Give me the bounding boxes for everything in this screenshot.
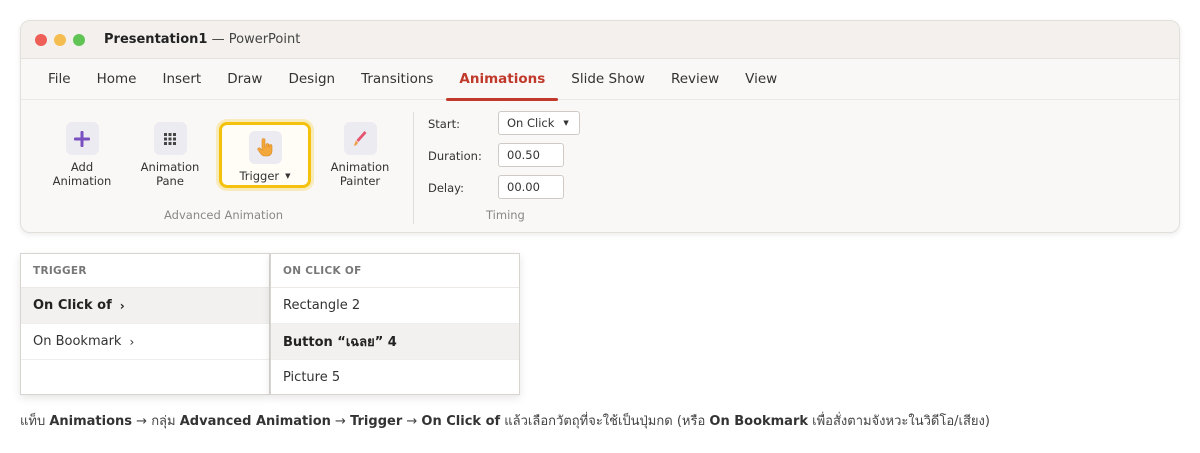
submenu-item-picture-5[interactable]: Picture 5 [271,360,519,396]
menu-item-label: On Bookmark [33,334,122,349]
caption-bold: Trigger [350,414,403,429]
tab-slide-show[interactable]: Slide Show [558,59,658,100]
caption-text: แท็บ [20,414,50,429]
caption-text: → [330,414,351,429]
tab-file[interactable]: File [35,59,84,100]
minimize-window-button[interactable] [54,33,66,46]
duration-field[interactable]: 00.50 [498,143,564,167]
caption-bold: On Bookmark [709,414,809,429]
advanced-animation-group-label: Advanced Animation [164,208,284,222]
tab-view[interactable]: View [732,59,790,100]
tab-transitions[interactable]: Transitions [348,59,446,100]
plus-icon [65,122,99,155]
caret-down-icon: ▼ [563,119,569,127]
tab-insert[interactable]: Insert [149,59,214,100]
caption-text: เพื่อสั่งตามจังหวะในวิดีโอ/เสียง) [808,414,990,429]
tab-animations[interactable]: Animations [446,59,559,101]
add-animation-label-2: Animation [52,174,112,188]
submenu-item-rectangle-2[interactable]: Rectangle 2 [271,288,519,324]
paintbrush-icon [343,122,377,155]
caption-text: → [402,414,422,429]
trigger-label: Trigger [239,169,280,183]
hand-pointer-icon [248,131,282,164]
caption-bold: On Click of [421,414,501,429]
tab-review[interactable]: Review [658,59,732,100]
duration-value: 00.50 [507,148,540,162]
title-bar: Presentation1 — PowerPoint [21,21,1179,59]
caption-text: → กลุ่ม [132,414,180,429]
animation-pane-label-1: Animation [140,160,200,174]
menu-item-on-bookmark[interactable]: On Bookmark › [21,324,269,360]
ribbon-tabs: File Home Insert Draw Design Transitions… [21,59,1179,101]
powerpoint-window: Presentation1 — PowerPoint File Home Ins… [20,20,1180,233]
menu-item-on-click-of[interactable]: On Click of › [21,288,269,324]
chevron-right-icon: › [119,298,125,313]
trigger-menu: TRIGGER On Click of › On Bookmark › [20,253,270,395]
animation-painter-label-2: Painter [339,174,381,188]
window-title: Presentation1 — PowerPoint [104,32,300,47]
start-select[interactable]: On Click ▼ [498,111,580,135]
start-value: On Click [507,116,555,130]
trigger-label-row: Trigger ▼ [239,169,290,183]
caption-bold: Advanced Animation [179,414,331,429]
caret-down-icon: ▼ [285,172,291,180]
ribbon-animations: Add Animation Animation Pane Trigger ▼ A… [21,100,1179,232]
animation-pane-label-2: Pane [156,174,184,188]
submenu-item-button-4[interactable]: Button “เฉลย” 4 [271,324,519,360]
add-animation-label-1: Add [70,160,94,174]
chevron-right-icon: › [129,334,135,349]
caption-bold: Animations [49,414,133,429]
animation-painter-button[interactable]: Animation Painter [327,122,393,188]
instruction-caption: แท็บ Animations → กลุ่ม Advanced Animati… [20,410,990,431]
document-name: Presentation1 [104,32,208,47]
close-window-button[interactable] [35,33,47,46]
start-label: Start: [428,117,460,131]
grid-icon [153,122,187,155]
delay-field[interactable]: 00.00 [498,175,564,199]
duration-label: Duration: [428,149,482,163]
tab-home[interactable]: Home [84,59,150,100]
maximize-window-button[interactable] [73,33,85,46]
delay-value: 00.00 [507,180,540,194]
submenu-header: ON CLICK OF [271,254,519,288]
menu-item-label: On Click of [33,298,112,313]
tab-draw[interactable]: Draw [214,59,275,100]
caption-text: แล้วเลือกวัตถุที่จะใช้เป็นปุ่มกด (หรือ [500,414,710,429]
animation-painter-label-1: Animation [330,160,390,174]
trigger-menu-header: TRIGGER [21,254,269,288]
app-name: — PowerPoint [211,32,301,47]
trigger-button[interactable]: Trigger ▼ [225,131,305,183]
add-animation-button[interactable]: Add Animation [49,122,115,188]
animation-pane-button[interactable]: Animation Pane [137,122,203,188]
group-divider [413,112,414,224]
delay-label: Delay: [428,181,465,195]
on-click-of-submenu: ON CLICK OF Rectangle 2 Button “เฉลย” 4 … [270,253,520,396]
tab-design[interactable]: Design [275,59,348,100]
timing-group-label: Timing [486,208,525,222]
